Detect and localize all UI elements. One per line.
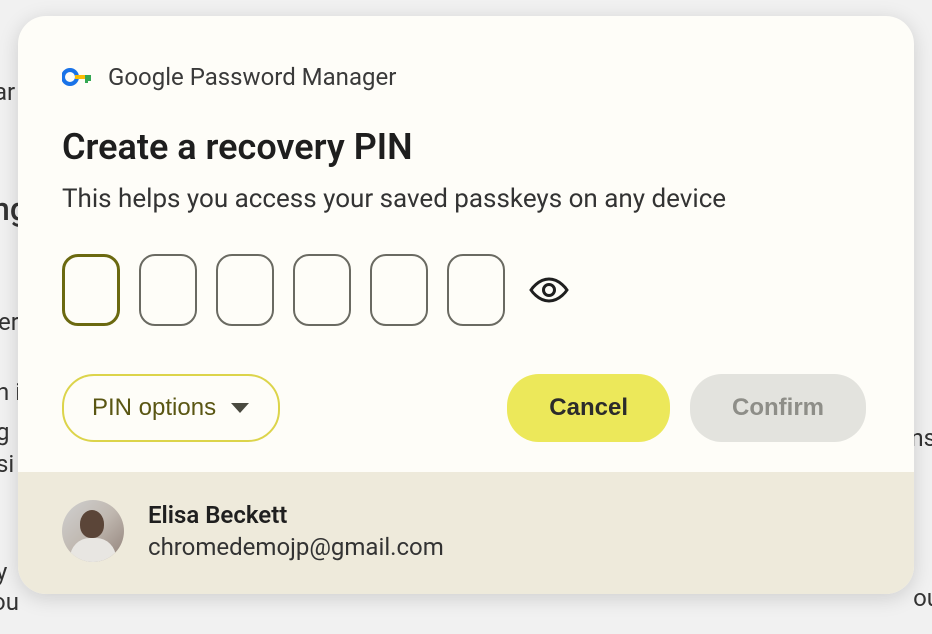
dialog-header: Google Password Manager (62, 62, 866, 92)
pin-digit-4[interactable] (293, 254, 351, 326)
background-text: g (0, 418, 9, 446)
pin-digit-3[interactable] (216, 254, 274, 326)
pin-input-row (62, 254, 866, 326)
dialog-subtitle: This helps you access your saved passkey… (62, 184, 866, 214)
pin-digit-2[interactable] (139, 254, 197, 326)
pin-digit-5[interactable] (370, 254, 428, 326)
chevron-down-icon (230, 394, 250, 422)
user-info: Elisa Beckett chromedemojp@gmail.com (148, 501, 444, 561)
show-pin-eye-icon[interactable] (528, 269, 570, 311)
app-name: Google Password Manager (108, 63, 396, 91)
cancel-button[interactable]: Cancel (507, 374, 670, 442)
pin-options-dropdown[interactable]: PIN options (62, 374, 280, 442)
background-text: ou (0, 588, 19, 616)
dialog-buttons: PIN options Cancel Confirm (62, 374, 866, 442)
background-text: ou (913, 584, 932, 612)
pin-options-label: PIN options (92, 394, 216, 422)
background-text: si (0, 450, 14, 478)
password-manager-key-icon (62, 62, 92, 92)
background-text: y (0, 558, 7, 586)
user-email: chromedemojp@gmail.com (148, 533, 444, 561)
account-footer: Elisa Beckett chromedemojp@gmail.com (18, 472, 914, 594)
background-text: er (0, 308, 19, 336)
user-name: Elisa Beckett (148, 501, 444, 529)
avatar (62, 500, 124, 562)
dialog-title: Create a recovery PIN (62, 126, 866, 168)
pin-digit-1[interactable] (62, 254, 120, 326)
pin-digit-6[interactable] (447, 254, 505, 326)
background-text: ar (0, 78, 15, 106)
confirm-button: Confirm (690, 374, 866, 442)
recovery-pin-dialog: Google Password Manager Create a recover… (18, 16, 914, 594)
